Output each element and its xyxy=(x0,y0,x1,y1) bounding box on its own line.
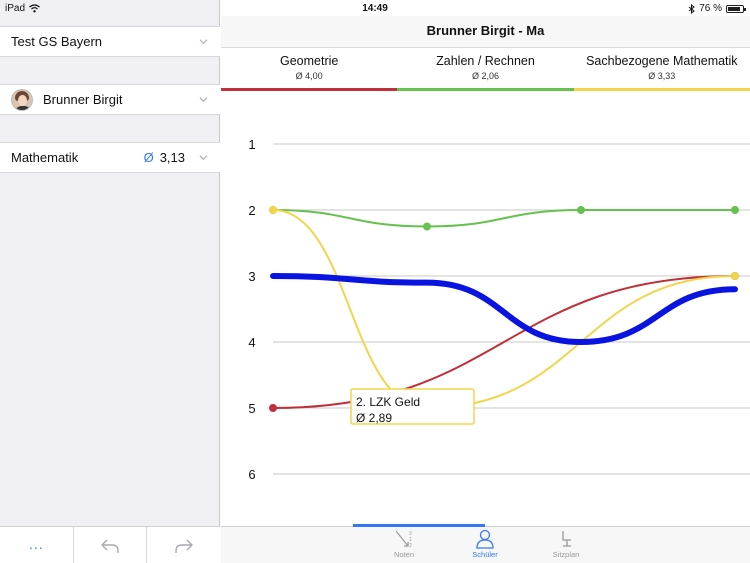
tooltip-title: 2. LZK Geld xyxy=(356,395,420,409)
chevron-down-icon xyxy=(199,155,208,161)
series-line xyxy=(272,209,736,228)
subject-name: Mathematik xyxy=(11,150,79,165)
data-point[interactable] xyxy=(731,206,739,214)
y-tick-label: 6 xyxy=(248,467,255,482)
clock: 14:49 xyxy=(362,3,388,14)
subject-tab-name: Zahlen / Rechnen xyxy=(436,54,535,68)
tab-schueler[interactable]: Schüler xyxy=(455,529,515,559)
subject-tab-geometrie[interactable]: Geometrie Ø 4,00 xyxy=(221,48,398,92)
subject-average: Ø 3,13 xyxy=(144,150,185,165)
y-tick-label: 2 xyxy=(248,203,255,218)
subject-tab-name: Sachbezogene Mathematik xyxy=(586,54,738,68)
redo-icon xyxy=(174,539,193,553)
data-point[interactable] xyxy=(731,272,739,280)
tab-indicator xyxy=(353,524,485,527)
tab-label: Schüler xyxy=(472,550,498,559)
grades-icon: 3 1 2 xyxy=(395,530,412,549)
subject-color-bar xyxy=(573,88,750,91)
subject-selector[interactable]: Mathematik Ø 3,13 xyxy=(0,142,220,173)
tab-label: Noten xyxy=(393,550,414,559)
bottom-tab-bar: 3 1 2 Noten Schüler Sitzplan xyxy=(221,524,750,563)
subject-tab-average: Ø 3,33 xyxy=(648,71,676,81)
chair-icon xyxy=(562,531,571,547)
chevron-down-icon xyxy=(199,97,208,103)
subject-tab-average: Ø 4,00 xyxy=(295,71,323,81)
subject-tab-zahlen-rechnen[interactable]: Zahlen / Rechnen Ø 2,06 xyxy=(397,48,574,92)
sidebar: Test GS Bayern Brunner Birgit Mathematik… xyxy=(0,0,220,563)
page-title: Brunner Birgit - Ma xyxy=(221,16,750,48)
school-name: Test GS Bayern xyxy=(11,34,103,49)
main-panel: Brunner Birgit - Ma Geometrie Ø 4,00 Zah… xyxy=(221,0,750,563)
battery-percent: 76 % xyxy=(699,3,722,14)
more-button[interactable]: ... xyxy=(0,527,74,563)
subject-tabs: Geometrie Ø 4,00 Zahlen / Rechnen Ø 2,06… xyxy=(221,48,750,92)
school-selector[interactable]: Test GS Bayern xyxy=(0,26,220,57)
avatar xyxy=(11,88,33,111)
status-bar: iPad 14:49 76 % xyxy=(0,0,750,16)
battery-fill xyxy=(728,6,741,11)
sidebar-toolbar: ... xyxy=(0,526,220,563)
tab-label: Sitzplan xyxy=(552,550,580,559)
data-point[interactable] xyxy=(269,206,277,214)
subject-color-bar xyxy=(221,88,398,91)
more-label: ... xyxy=(29,535,44,552)
tab-noten[interactable]: 3 1 2 Noten xyxy=(374,529,434,559)
tooltip-value: Ø 2,89 xyxy=(356,411,392,425)
y-tick-label: 4 xyxy=(248,335,255,350)
average-value: 3,13 xyxy=(159,150,185,165)
svg-text:2: 2 xyxy=(409,543,412,549)
chevron-down-icon xyxy=(199,39,208,45)
y-tick-label: 1 xyxy=(248,137,255,152)
tab-sitzplan[interactable]: Sitzplan xyxy=(536,529,596,559)
battery-icon xyxy=(726,4,746,13)
data-point[interactable] xyxy=(423,222,431,231)
tooltip: 2. LZK Geld Ø 2,89 xyxy=(350,388,475,425)
subject-tab-average: Ø 2,06 xyxy=(471,71,499,81)
grade-chart: 1 2 3 4 5 6 2. LZK Geld Ø 2,89 xyxy=(248,137,750,482)
student-selector[interactable]: Brunner Birgit xyxy=(0,84,220,115)
undo-button[interactable] xyxy=(74,527,148,563)
data-point[interactable] xyxy=(577,206,585,214)
bluetooth-icon xyxy=(688,3,696,14)
redo-button[interactable] xyxy=(147,527,220,563)
y-tick-label: 3 xyxy=(248,269,255,284)
person-icon xyxy=(476,529,494,549)
data-point[interactable] xyxy=(269,404,277,412)
undo-icon xyxy=(101,539,119,553)
y-tick-label: 5 xyxy=(248,401,255,416)
series-line xyxy=(270,273,738,346)
subject-tab-name: Geometrie xyxy=(279,54,339,68)
app-root: Test GS Bayern Brunner Birgit Mathematik… xyxy=(0,0,750,563)
subject-tab-sachbezogene-mathematik[interactable]: Sachbezogene Mathematik Ø 3,33 xyxy=(573,48,750,92)
average-symbol: Ø xyxy=(143,150,154,165)
student-name: Brunner Birgit xyxy=(43,92,123,107)
subject-color-bar xyxy=(397,88,574,91)
